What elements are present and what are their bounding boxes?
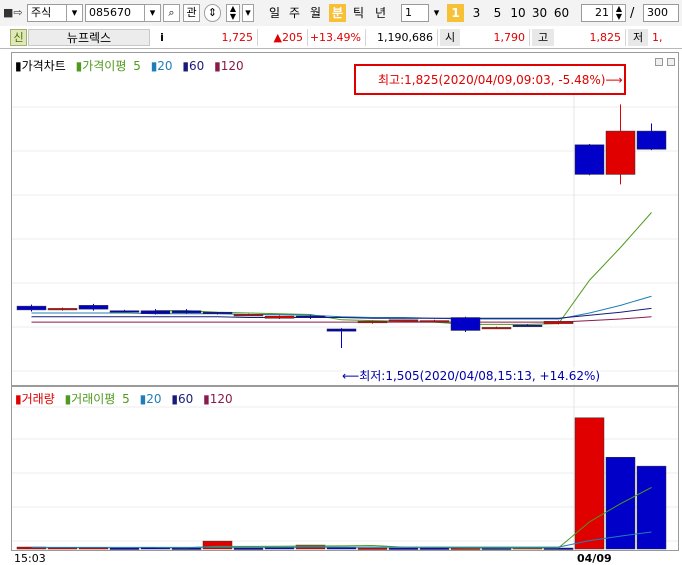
x-axis-start-label: 15:03 [14,552,46,565]
volume-bar [109,547,140,550]
price-ma5-line [155,212,652,325]
stock-code-value: 085670 [89,6,131,19]
volume-ma20-line [31,531,652,548]
interval-value: 1 [405,6,412,19]
volume-bar [233,547,264,550]
candle-body [512,324,543,327]
period-tab-month[interactable]: 월 [307,4,324,22]
candle-body [78,305,109,310]
open-label: 시 [440,29,460,46]
candle-body [171,310,202,314]
volume-bar [636,465,667,550]
price-ma20-line [31,295,652,320]
candle-body [388,319,419,322]
count-slash: / [630,6,635,21]
volume-bar [326,547,357,550]
candle-body [295,315,326,318]
stock-code-input[interactable]: 085670 [85,4,145,22]
preset-3[interactable]: 3 [468,4,485,22]
preset-30[interactable]: 30 [529,4,550,22]
change-rate: +13.49% [308,29,366,46]
preset-60[interactable]: 60 [551,4,572,22]
low-label: 저 [628,29,648,46]
preset-5[interactable]: 5 [489,4,506,22]
stock-name: 뉴프렉스 [28,29,150,46]
volume-bar [574,417,605,550]
candle-body [605,130,636,175]
gwan-button[interactable]: 관 [183,4,200,22]
spinner-dropdown-icon[interactable]: ▾ [242,4,254,22]
candle-body [202,311,233,314]
interval-input[interactable]: 1 [401,4,429,22]
candle-body [47,308,78,311]
current-price: 1,725 [174,29,258,46]
price-change: ▲205 [258,29,308,46]
code-dropdown-icon[interactable]: ▾ [144,4,161,22]
count-input[interactable]: 21 [581,4,613,22]
preset-10[interactable]: 10 [508,4,528,22]
candle-body [419,320,450,323]
trade-volume: 1,190,686 [366,29,438,46]
x-axis-date-label: 04/09 [577,552,612,565]
toolbar: ■⇨ 주식 ▾ 085670 ▾ ⌕ 관 ⇕ ▲ ▼ ▾ 일 주 월 분 틱 년 … [0,0,682,27]
price-chart-svg [12,73,678,385]
scroll-circle-icon[interactable]: ⇕ [204,4,221,22]
volume-bar [202,540,233,550]
interval-dropdown-icon[interactable]: ▾ [428,4,445,22]
high-annotation: 최고:1,825(2020/04/09,09:03, -5.48%)⟶ [378,73,623,87]
low-annotation: ⟵최저:1,505(2020/04/08,15:13, +14.62%) [342,367,601,384]
candle-body [543,321,574,324]
high-price: 1,825 [554,29,626,46]
period-tab-week[interactable]: 주 [286,4,303,22]
candle-body [450,317,481,331]
candle-body [574,144,605,175]
high-label: 고 [532,29,554,46]
candle-body [357,321,388,324]
volume-bar [419,547,450,550]
volume-bar [388,547,419,550]
volume-bar [171,547,202,550]
open-price: 1,790 [460,29,530,46]
updown-spinner[interactable]: ▲ ▼ [226,4,240,22]
count-value: 21 [595,6,609,19]
candle-body [140,310,171,314]
credit-badge: 신 [10,29,27,46]
volume-bar [264,547,295,550]
search-icon[interactable]: ⌕ [163,4,180,22]
market-select[interactable]: 주식 [27,4,67,22]
period-tab-year[interactable]: 년 [372,4,389,22]
volume-bar [357,547,388,550]
low-price: 1, [652,31,663,44]
total-value: 300 [647,6,668,19]
candle-body [326,328,357,332]
period-tab-day[interactable]: 일 [266,4,283,22]
menu-arrow-icon[interactable]: ■⇨ [3,7,25,19]
total-input[interactable]: 300 [643,4,679,22]
preset-1[interactable]: 1 [447,4,464,22]
candle-body [636,130,667,150]
count-spinner[interactable]: ▲ ▼ [612,4,626,22]
candle-body [109,310,140,313]
volume-chart-svg [12,387,678,550]
market-select-value: 주식 [31,6,52,19]
candle-body [481,327,512,330]
period-tab-tick[interactable]: 틱 [350,4,367,22]
volume-chart-pane[interactable]: ▮거래량 ▮거래이평 5 ▮20 ▮60 ▮120 [11,386,679,551]
candle-body [264,315,295,319]
period-tab-minute[interactable]: 분 [329,4,346,22]
candle-body [233,314,264,317]
info-button[interactable]: i [151,29,173,46]
candle-body [16,305,47,311]
market-dropdown-icon[interactable]: ▾ [66,4,83,22]
price-chart-pane[interactable]: ▮가격차트 ▮가격이평 5 ▮20 ▮60 ▮120 최고:1,825(2020… [11,52,679,386]
